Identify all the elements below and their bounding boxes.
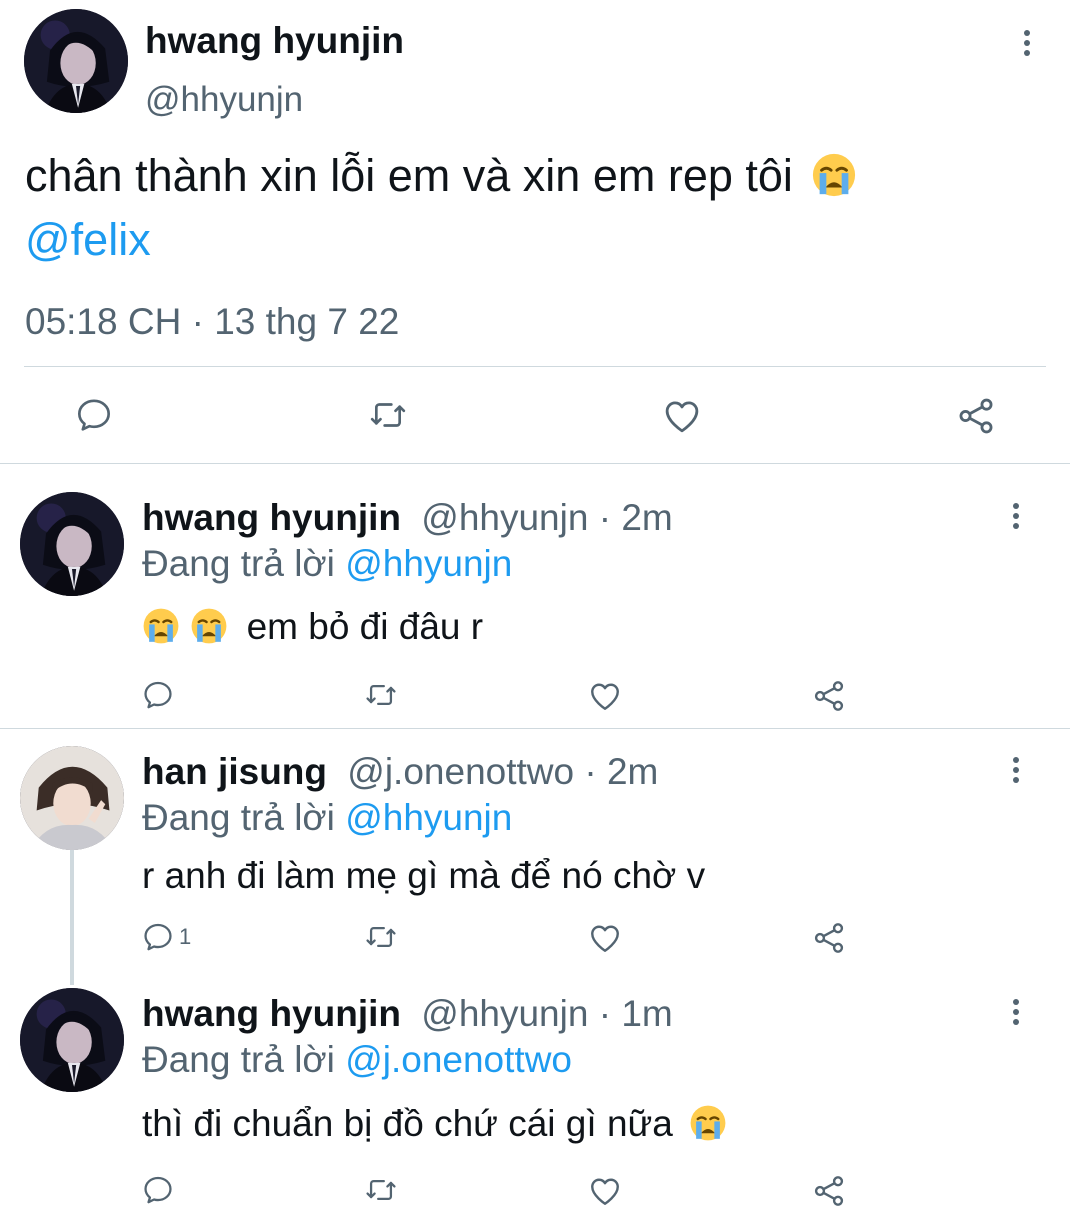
share-button[interactable] bbox=[811, 678, 847, 714]
share-icon bbox=[955, 395, 997, 437]
replying-to: Đang trả lời @j.onenottwo bbox=[142, 1039, 572, 1081]
share-icon bbox=[811, 1173, 847, 1209]
reply-text: thì đi chuẩn bị đồ chứ cái gì nữa bbox=[142, 1103, 727, 1145]
author-name[interactable]: hwang hyunjin bbox=[145, 20, 404, 62]
retweet-icon bbox=[362, 920, 400, 954]
reply-author-handle[interactable]: @hhyunjn bbox=[421, 993, 588, 1034]
reply-author-name[interactable]: hwang hyunjin bbox=[142, 497, 401, 538]
reply-button[interactable] bbox=[141, 1173, 175, 1207]
reply-header: hwang hyunjin @hhyunjn · 2m bbox=[142, 497, 673, 539]
more-options-icon[interactable] bbox=[1006, 753, 1026, 787]
avatar-image bbox=[20, 988, 124, 1092]
share-icon bbox=[811, 920, 847, 956]
retweet-icon bbox=[362, 678, 400, 712]
reply-icon bbox=[141, 678, 175, 712]
reply-button[interactable]: 1 bbox=[141, 920, 191, 954]
avatar-image bbox=[24, 9, 128, 113]
replying-to-label: Đang trả lời bbox=[142, 1039, 335, 1080]
like-icon bbox=[587, 1173, 623, 1209]
divider bbox=[24, 366, 1046, 367]
tweet-timestamp[interactable]: 05:18 CH · 13 thg 7 22 bbox=[25, 301, 399, 343]
loudly-crying-face-icon bbox=[190, 607, 228, 645]
reply-count: 1 bbox=[179, 924, 192, 949]
reply-time[interactable]: · 2m bbox=[584, 751, 658, 792]
avatar-image bbox=[20, 492, 124, 596]
share-icon bbox=[811, 678, 847, 714]
replying-to-link[interactable]: @hhyunjn bbox=[345, 797, 512, 838]
replying-to: Đang trả lời @hhyunjn bbox=[142, 543, 512, 585]
reply-text: em bỏ đi đâu r bbox=[142, 606, 483, 648]
thread-connector bbox=[70, 850, 74, 985]
reply-body: r anh đi làm mẹ gì mà để nó chờ v bbox=[142, 855, 706, 896]
reply-time[interactable]: · 2m bbox=[599, 497, 673, 538]
reply-button[interactable] bbox=[74, 395, 114, 435]
reply-icon bbox=[141, 920, 175, 954]
loudly-crying-face-icon bbox=[811, 152, 857, 198]
like-button[interactable] bbox=[587, 1173, 623, 1209]
reply-header: hwang hyunjin @hhyunjn · 1m bbox=[142, 993, 673, 1035]
like-button[interactable] bbox=[587, 920, 623, 956]
reply-author-handle[interactable]: @hhyunjn bbox=[421, 497, 588, 538]
tweet-text: chân thành xin lỗi em và xin em rep tôi bbox=[25, 150, 857, 202]
reply-body: em bỏ đi đâu r bbox=[246, 606, 484, 647]
reply-avatar[interactable] bbox=[20, 492, 124, 596]
replying-to-link[interactable]: @j.onenottwo bbox=[345, 1039, 572, 1080]
replying-to-label: Đang trả lời bbox=[142, 797, 335, 838]
retweet-icon bbox=[362, 1173, 400, 1207]
reply-author-name[interactable]: hwang hyunjin bbox=[142, 993, 401, 1034]
share-button[interactable] bbox=[811, 920, 847, 956]
more-options-icon[interactable] bbox=[1017, 26, 1037, 60]
retweet-button[interactable] bbox=[362, 920, 400, 954]
reply-icon bbox=[141, 1173, 175, 1207]
more-options-icon[interactable] bbox=[1006, 499, 1026, 533]
replying-to: Đang trả lời @hhyunjn bbox=[142, 797, 512, 839]
like-icon bbox=[587, 920, 623, 956]
tweet-body: chân thành xin lỗi em và xin em rep tôi bbox=[25, 150, 793, 201]
like-button[interactable] bbox=[587, 678, 623, 714]
more-options-icon[interactable] bbox=[1006, 995, 1026, 1029]
like-icon bbox=[587, 678, 623, 714]
reply-icon bbox=[74, 395, 114, 435]
retweet-button[interactable] bbox=[362, 1173, 400, 1207]
retweet-button[interactable] bbox=[366, 395, 410, 435]
replying-to-label: Đang trả lời bbox=[142, 543, 335, 584]
reply-author-handle[interactable]: @j.onenottwo bbox=[347, 751, 574, 792]
retweet-button[interactable] bbox=[362, 678, 400, 712]
loudly-crying-face-icon bbox=[142, 607, 180, 645]
like-icon bbox=[661, 395, 703, 437]
divider bbox=[0, 463, 1070, 464]
reply-avatar[interactable] bbox=[20, 988, 124, 1092]
replying-to-link[interactable]: @hhyunjn bbox=[345, 543, 512, 584]
like-button[interactable] bbox=[661, 395, 703, 437]
loudly-crying-face-icon bbox=[689, 1104, 727, 1142]
reply-body: thì đi chuẩn bị đồ chứ cái gì nữa bbox=[142, 1103, 673, 1144]
divider bbox=[0, 728, 1070, 729]
retweet-icon bbox=[366, 395, 410, 435]
reply-button[interactable] bbox=[141, 678, 175, 712]
mention-link[interactable]: @felix bbox=[25, 214, 151, 266]
author-handle[interactable]: @hhyunjn bbox=[145, 80, 303, 120]
reply-text: r anh đi làm mẹ gì mà để nó chờ v bbox=[142, 855, 705, 897]
reply-header: han jisung @j.onenottwo · 2m bbox=[142, 751, 658, 793]
share-button[interactable] bbox=[955, 395, 997, 437]
reply-time[interactable]: · 1m bbox=[599, 993, 673, 1034]
reply-author-name[interactable]: han jisung bbox=[142, 751, 327, 792]
author-avatar[interactable] bbox=[24, 9, 128, 113]
avatar-image bbox=[20, 746, 124, 850]
share-button[interactable] bbox=[811, 1173, 847, 1209]
reply-avatar[interactable] bbox=[20, 746, 124, 850]
